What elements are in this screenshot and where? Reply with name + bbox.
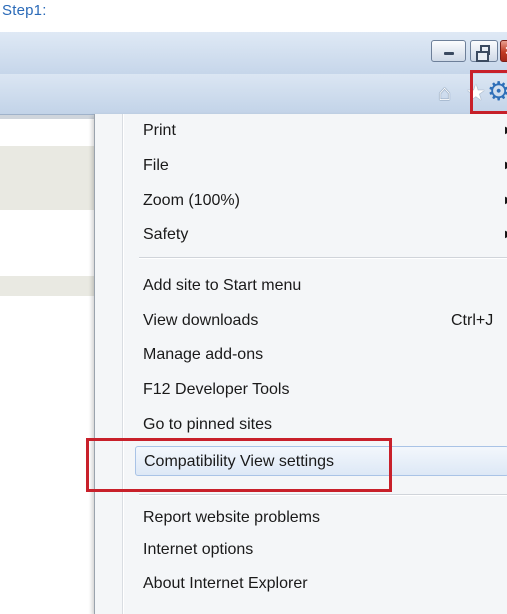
- menu-item-add-site-to-start-menu[interactable]: Add site to Start menu: [143, 271, 507, 301]
- window-titlebar: ×: [0, 32, 507, 74]
- menu-item-label: File: [143, 157, 169, 174]
- menu-item-label: Safety: [143, 226, 189, 243]
- menu-item-report-website-problems[interactable]: Report website problems: [143, 503, 507, 533]
- menu-item-manage-add-ons[interactable]: Manage add-ons: [143, 340, 507, 370]
- menu-item-label: Zoom (100%): [143, 192, 240, 209]
- menu-item-view-downloads[interactable]: View downloads Ctrl+J: [143, 306, 507, 336]
- menu-item-label: Report website problems: [143, 509, 320, 526]
- menu-item-about-internet-explorer[interactable]: About Internet Explorer: [143, 569, 507, 599]
- gear-icon[interactable]: ⚙: [487, 78, 507, 104]
- menu-item-zoom[interactable]: Zoom (100%) ▶: [143, 186, 507, 216]
- menu-item-label: Print: [143, 122, 176, 139]
- page-background-strip: [0, 115, 95, 119]
- menu-item-f12-developer-tools[interactable]: F12 Developer Tools: [143, 375, 507, 405]
- menu-item-go-to-pinned-sites[interactable]: Go to pinned sites: [143, 410, 507, 440]
- close-button[interactable]: ×: [500, 40, 507, 62]
- page-background-strip: [0, 276, 95, 296]
- menu-item-label: Internet options: [143, 541, 254, 558]
- home-icon[interactable]: ⌂: [438, 82, 451, 104]
- menu-item-label: About Internet Explorer: [143, 575, 308, 592]
- menu-item-label: View downloads: [143, 312, 259, 329]
- menu-item-label: Add site to Start menu: [143, 277, 302, 294]
- menu-item-file[interactable]: File ▶: [143, 151, 507, 181]
- page-background-strip: [0, 146, 95, 210]
- restore-icon: [476, 45, 490, 62]
- menu-item-label: Manage add-ons: [143, 346, 264, 363]
- minimize-icon: [444, 52, 454, 55]
- menu-item-label: F12 Developer Tools: [143, 381, 290, 398]
- menu-item-label: Go to pinned sites: [143, 416, 272, 433]
- menu-separator: [139, 257, 507, 259]
- command-toolbar: ⌂ ★: [0, 74, 507, 115]
- menu-item-print[interactable]: Print ▶: [143, 116, 507, 146]
- tools-button-callout[interactable]: ⚙: [470, 70, 507, 114]
- menu-item-safety[interactable]: Safety ▶: [143, 220, 507, 250]
- tools-menu: Print ▶ File ▶ Zoom (100%) ▶ Safety ▶ Ad…: [94, 114, 507, 614]
- menu-item-internet-options[interactable]: Internet options: [143, 535, 507, 565]
- minimize-button[interactable]: [431, 40, 466, 62]
- shortcut-label: Ctrl+J: [451, 312, 494, 329]
- compatibility-view-callout: [86, 438, 392, 492]
- restore-button[interactable]: [470, 40, 498, 62]
- menu-separator: [139, 494, 507, 496]
- step-label: Step1:: [2, 2, 47, 19]
